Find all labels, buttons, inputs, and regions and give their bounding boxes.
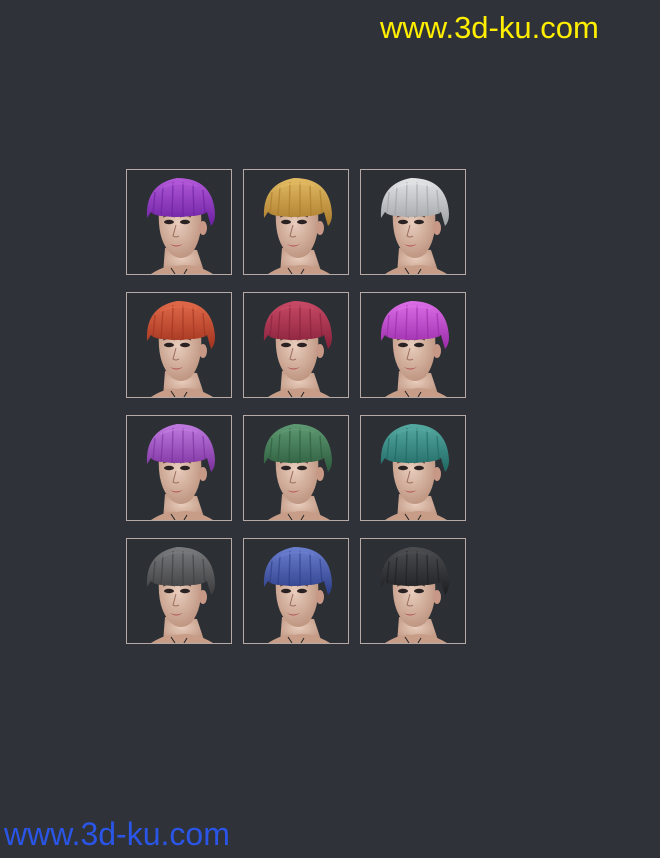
- hair-preview-image: [361, 539, 465, 643]
- hair-preview-image: [244, 416, 348, 520]
- hair-preview-image: [127, 416, 231, 520]
- watermark-bottom: www.3d-ku.com: [4, 816, 230, 852]
- hair-swatch-copper[interactable]: [126, 292, 232, 398]
- hair-preview-image: [127, 539, 231, 643]
- hair-swatch-black[interactable]: [360, 538, 466, 644]
- hair-swatch-teal[interactable]: [360, 415, 466, 521]
- hair-swatch-crimson[interactable]: [243, 292, 349, 398]
- hair-preview-image: [244, 170, 348, 274]
- hair-swatch-grey[interactable]: [126, 538, 232, 644]
- hair-swatch-grid: [126, 169, 468, 647]
- hair-swatch-violet[interactable]: [126, 415, 232, 521]
- hair-swatch-magenta[interactable]: [360, 292, 466, 398]
- hair-swatch-silver[interactable]: [360, 169, 466, 275]
- hair-preview-image: [361, 293, 465, 397]
- hair-preview-image: [244, 539, 348, 643]
- hair-preview-image: [244, 293, 348, 397]
- hair-swatch-green[interactable]: [243, 415, 349, 521]
- watermark-top: www.3d-ku.com: [380, 10, 599, 45]
- hair-swatch-blonde[interactable]: [243, 169, 349, 275]
- hair-preview-image: [361, 170, 465, 274]
- hair-preview-image: [127, 293, 231, 397]
- hair-preview-image: [361, 416, 465, 520]
- hair-swatch-blue[interactable]: [243, 538, 349, 644]
- hair-swatch-purple[interactable]: [126, 169, 232, 275]
- hair-preview-image: [127, 170, 231, 274]
